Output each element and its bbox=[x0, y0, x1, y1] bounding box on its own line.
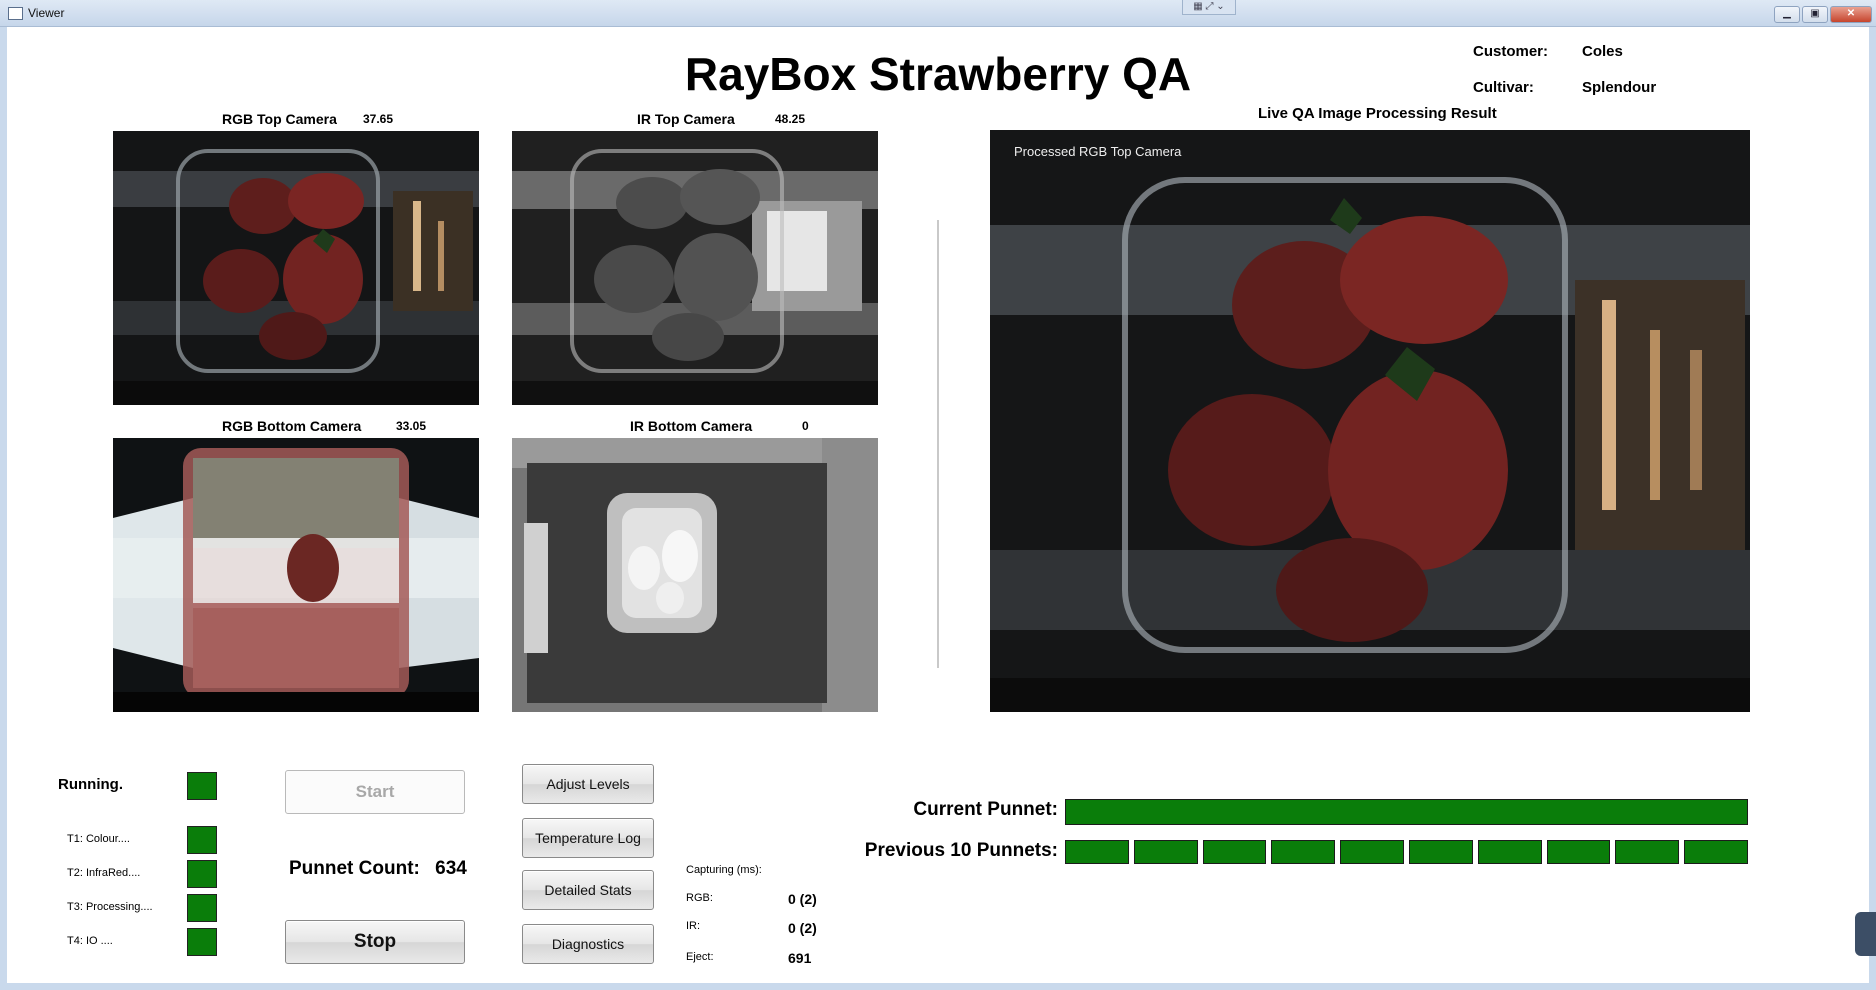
previous-punnet-3 bbox=[1202, 840, 1267, 864]
temperature-log-button[interactable]: Temperature Log bbox=[522, 818, 654, 858]
ir-top-camera-value: 48.25 bbox=[775, 112, 806, 126]
window-titlebar: Viewer ▦ ⤢ ⌄ ▁ ▣ ✕ bbox=[0, 0, 1876, 27]
thread-2-label: T2: InfraRed.... bbox=[67, 867, 141, 879]
previous-punnet-1 bbox=[1065, 840, 1129, 864]
ir-bottom-camera-image bbox=[512, 438, 878, 712]
live-qa-image: Processed RGB Top Camera bbox=[990, 130, 1750, 712]
rgb-capture-label: RGB: bbox=[686, 892, 713, 904]
previous-punnet-6 bbox=[1408, 840, 1473, 864]
rgb-bottom-camera-label: RGB Bottom Camera bbox=[222, 418, 362, 434]
rgb-top-camera-value: 37.65 bbox=[363, 112, 394, 126]
ir-top-camera-label: IR Top Camera bbox=[637, 111, 735, 127]
previous-punnet-5 bbox=[1340, 840, 1404, 864]
maximize-button[interactable]: ▣ bbox=[1802, 6, 1828, 23]
thread-4-label: T4: IO .... bbox=[67, 935, 113, 947]
detailed-stats-button[interactable]: Detailed Stats bbox=[522, 870, 654, 910]
live-qa-title: Live QA Image Processing Result bbox=[1258, 105, 1497, 122]
start-button[interactable]: Start bbox=[285, 770, 465, 814]
thread-1-label: T1: Colour.... bbox=[67, 833, 130, 845]
viewer-client: RayBox Strawberry QA Customer: Coles Cul… bbox=[7, 27, 1869, 983]
cultivar-label: Cultivar: bbox=[1473, 79, 1534, 96]
vertical-divider bbox=[937, 220, 939, 668]
window-title: Viewer bbox=[28, 6, 65, 20]
ir-capture-value: 0 (2) bbox=[788, 920, 817, 936]
current-punnet-label: Current Punnet: bbox=[913, 799, 1058, 820]
rgb-top-camera-label: RGB Top Camera bbox=[222, 111, 337, 127]
customer-label: Customer: bbox=[1473, 43, 1549, 60]
punnet-count-label: Punnet Count: bbox=[289, 858, 420, 879]
thread-1-indicator bbox=[187, 826, 217, 854]
ir-capture-label: IR: bbox=[686, 920, 701, 932]
live-qa-caption: Processed RGB Top Camera bbox=[1014, 144, 1182, 159]
stop-button[interactable]: Stop bbox=[285, 920, 465, 964]
previous-punnet-7 bbox=[1477, 840, 1542, 864]
side-panel-tab[interactable] bbox=[1855, 912, 1876, 956]
ir-bottom-camera-value: 0 bbox=[802, 419, 809, 433]
rgb-top-camera-image bbox=[113, 131, 479, 405]
customer-value: Coles bbox=[1582, 43, 1623, 60]
running-indicator bbox=[187, 772, 217, 800]
previous-punnet-8 bbox=[1546, 840, 1611, 864]
diagnostics-button[interactable]: Diagnostics bbox=[522, 924, 654, 964]
cultivar-value: Splendour bbox=[1582, 79, 1657, 96]
minimize-button[interactable]: ▁ bbox=[1774, 6, 1800, 23]
punnet-count: Punnet Count: 634 bbox=[289, 858, 467, 880]
ir-top-camera-image bbox=[512, 131, 878, 405]
ir-bottom-camera-label: IR Bottom Camera bbox=[630, 418, 753, 434]
rgb-bottom-camera-value: 33.05 bbox=[396, 419, 427, 433]
capturing-title: Capturing (ms): bbox=[686, 864, 762, 876]
thread-2-indicator bbox=[187, 860, 217, 888]
previous-punnet-4 bbox=[1271, 840, 1336, 864]
eject-value: 691 bbox=[788, 950, 812, 966]
rgb-bottom-camera-image bbox=[113, 438, 479, 712]
app-icon bbox=[8, 7, 23, 20]
adjust-levels-button[interactable]: Adjust Levels bbox=[522, 764, 654, 804]
previous-punnet-2 bbox=[1133, 840, 1198, 864]
previous-punnets-label: Previous 10 Punnets: bbox=[864, 840, 1058, 861]
punnet-count-value: 634 bbox=[435, 858, 467, 879]
thread-3-indicator bbox=[187, 894, 217, 922]
thread-3-label: T3: Processing.... bbox=[67, 901, 153, 913]
thread-4-indicator bbox=[187, 928, 217, 956]
close-button[interactable]: ✕ bbox=[1830, 6, 1872, 23]
previous-punnet-9 bbox=[1615, 840, 1680, 864]
current-punnet-indicator bbox=[1065, 799, 1748, 825]
running-label: Running. bbox=[58, 776, 123, 793]
previous-punnet-10 bbox=[1684, 840, 1748, 864]
rgb-capture-value: 0 (2) bbox=[788, 891, 817, 907]
previous-punnets-bar bbox=[1065, 840, 1748, 864]
chevron-down-icon[interactable]: ▦ ⤢ ⌄ bbox=[1182, 0, 1236, 15]
eject-label: Eject: bbox=[686, 951, 714, 963]
